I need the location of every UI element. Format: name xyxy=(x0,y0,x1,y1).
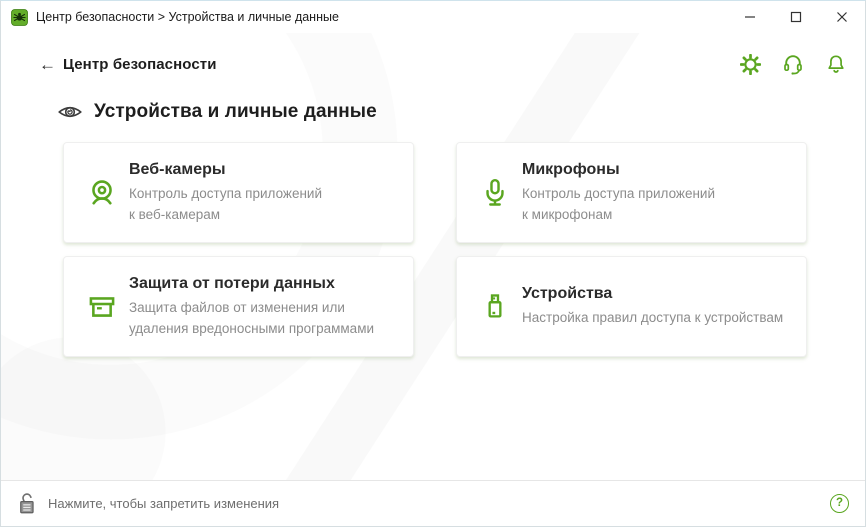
lock-changes-label: Нажмите, чтобы запретить изменения xyxy=(48,496,280,511)
window-title: Центр безопасности > Устройства и личные… xyxy=(36,10,339,24)
headset-icon xyxy=(784,55,802,75)
card-description: Настройка правил доступа к устройствам xyxy=(522,310,784,326)
back-label: Центр безопасности xyxy=(63,55,217,73)
card-title: Защита от потери данных xyxy=(129,274,335,292)
card-webcams[interactable]: Веб-камеры Контроль доступа приложений к… xyxy=(63,142,414,243)
bell-icon xyxy=(828,55,844,73)
main-content: ← Центр безопасности Устройства и личные… xyxy=(1,33,865,480)
card-title: Микрофоны xyxy=(522,160,620,178)
gear-icon xyxy=(739,53,761,75)
usb-device-icon xyxy=(473,291,517,323)
window-controls xyxy=(727,1,865,33)
page-title-row: Устройства и личные данные xyxy=(57,99,865,125)
security-center-window: Центр безопасности > Устройства и личные… xyxy=(0,0,866,527)
card-title: Устройства xyxy=(522,285,613,303)
lock-changes-control[interactable]: Нажмите, чтобы запретить изменения xyxy=(15,491,279,516)
footer-bar: Нажмите, чтобы запретить изменения ? xyxy=(1,480,865,526)
card-microphones[interactable]: Микрофоны Контроль доступа приложений к … xyxy=(456,142,807,243)
feature-cards: Веб-камеры Контроль доступа приложений к… xyxy=(63,142,865,357)
open-lock-icon xyxy=(20,493,34,514)
close-button[interactable] xyxy=(819,1,865,33)
eye-icon xyxy=(58,106,82,118)
settings-button[interactable] xyxy=(739,53,761,75)
back-arrow-icon: ← xyxy=(39,54,56,74)
close-icon xyxy=(837,12,847,22)
help-button[interactable]: ? xyxy=(830,494,849,513)
card-data-loss-protection[interactable]: Защита от потери данных Защита файлов от… xyxy=(63,256,414,357)
maximize-button[interactable] xyxy=(773,1,819,33)
card-title: Веб-камеры xyxy=(129,160,226,178)
card-devices[interactable]: Устройства Настройка правил доступа к ус… xyxy=(456,256,807,357)
archive-box-icon xyxy=(80,291,124,323)
card-description: Защита файлов от изменения или удаления … xyxy=(129,299,375,336)
back-to-security-center[interactable]: ← Центр безопасности xyxy=(39,56,217,73)
drweb-logo-icon xyxy=(11,8,28,26)
support-button[interactable] xyxy=(782,53,804,75)
notifications-button[interactable] xyxy=(825,53,847,75)
card-description: Контроль доступа приложений к микрофонам xyxy=(522,185,716,222)
maximize-icon xyxy=(790,11,802,23)
minimize-button[interactable] xyxy=(727,1,773,33)
question-mark-icon: ? xyxy=(835,496,844,509)
title-bar: Центр безопасности > Устройства и личные… xyxy=(1,1,865,33)
webcam-icon xyxy=(80,177,124,209)
card-description: Контроль доступа приложений к веб-камера… xyxy=(129,185,323,222)
page-title: Устройства и личные данные xyxy=(94,101,377,122)
header-action-icons xyxy=(739,53,847,75)
minimize-icon xyxy=(745,16,755,18)
microphone-icon xyxy=(473,177,517,209)
page-header: ← Центр безопасности xyxy=(39,53,847,75)
